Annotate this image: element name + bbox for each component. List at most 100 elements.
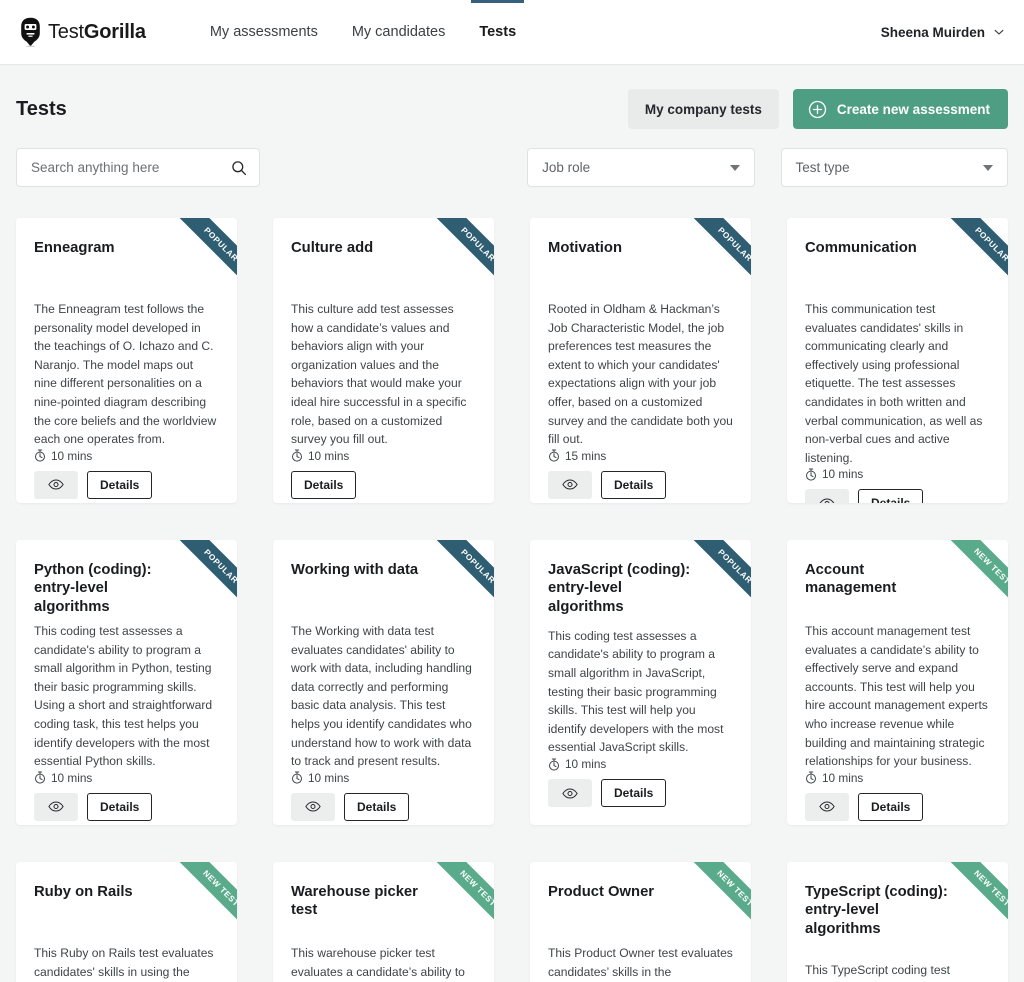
card-actions: Details xyxy=(291,792,476,821)
card-duration-label: 15 mins xyxy=(565,448,607,463)
test-card[interactable]: POPULAR Python (coding): entry-level alg… xyxy=(16,540,237,825)
card-actions: Details xyxy=(291,470,476,499)
test-card[interactable]: NEW TEST Account management This account… xyxy=(787,540,1008,825)
user-menu[interactable]: Sheena Muirden xyxy=(881,25,1004,40)
card-description: This coding test assesses a candidate's … xyxy=(548,628,724,755)
card-title: Culture add xyxy=(291,240,374,256)
card-title: JavaScript (coding): entry-level algorit… xyxy=(548,562,691,615)
details-button[interactable]: Details xyxy=(601,779,667,807)
test-card[interactable]: POPULAR Motivation Rooted in Oldham & Ha… xyxy=(530,218,751,503)
eye-icon xyxy=(562,479,578,490)
timer-icon xyxy=(549,449,559,462)
card-description: This coding test assesses a candidate's … xyxy=(34,624,213,769)
test-card[interactable]: NEW TEST Warehouse picker test This ware… xyxy=(273,862,494,982)
search-box[interactable] xyxy=(16,148,261,187)
card-title: Warehouse picker test xyxy=(291,884,418,919)
eye-icon xyxy=(48,801,64,812)
card-actions: Details xyxy=(805,489,990,503)
card-title: Ruby on Rails xyxy=(34,884,133,900)
user-name-label: Sheena Muirden xyxy=(880,24,985,40)
chevron-down-icon xyxy=(729,164,740,171)
preview-test-button[interactable] xyxy=(291,792,335,821)
card-title: Working with data xyxy=(291,562,419,578)
logo-word-test: Test xyxy=(48,20,84,43)
my-company-tests-button[interactable]: My company tests xyxy=(627,89,779,129)
eye-icon xyxy=(48,479,64,490)
test-card[interactable]: POPULAR Enneagram The Enneagram test fol… xyxy=(16,218,237,503)
preview-test-button[interactable] xyxy=(805,792,849,821)
preview-test-button[interactable] xyxy=(34,470,78,499)
create-new-assessment-button[interactable]: Create new assessment xyxy=(792,89,1008,129)
nav-item-my-assessments[interactable]: My assessments xyxy=(210,0,318,65)
job-role-select[interactable]: Job role xyxy=(527,148,755,187)
preview-test-button[interactable] xyxy=(805,489,849,503)
card-title: TypeScript (coding): entry-level algorit… xyxy=(805,884,948,937)
search-icon[interactable] xyxy=(231,160,247,176)
test-card[interactable]: POPULAR Communication This communication… xyxy=(787,218,1008,503)
plus-circle-icon xyxy=(808,100,827,118)
search-input[interactable] xyxy=(29,159,232,176)
card-description: This communication test evaluates candid… xyxy=(805,302,983,465)
timer-icon xyxy=(806,468,816,481)
page-title: Tests xyxy=(16,97,67,120)
card-description: This Product Owner test evaluates candid… xyxy=(548,946,733,979)
timer-icon xyxy=(292,449,302,462)
page-header-row: Tests My company tests Create new assess… xyxy=(0,89,1024,129)
card-duration: 10 mins xyxy=(34,771,219,785)
details-button[interactable]: Details xyxy=(87,470,153,499)
card-title: Communication xyxy=(805,240,917,256)
test-card[interactable]: POPULAR JavaScript (coding): entry-level… xyxy=(530,540,751,825)
card-title: Enneagram xyxy=(34,240,115,256)
main-nav: My assessments My candidates Tests xyxy=(210,0,524,65)
preview-test-button[interactable] xyxy=(548,470,592,499)
card-duration-label: 10 mins xyxy=(308,448,350,463)
details-button[interactable]: Details xyxy=(291,470,357,499)
test-type-select[interactable]: Test type xyxy=(780,148,1008,187)
test-type-select-value: Test type xyxy=(795,160,850,175)
card-duration: 15 mins xyxy=(548,449,733,463)
preview-test-button[interactable] xyxy=(548,779,592,807)
card-description: This warehouse picker test evaluates a c… xyxy=(291,946,465,979)
card-actions: Details xyxy=(34,792,219,821)
card-duration-label: 10 mins xyxy=(565,757,607,771)
card-title: Motivation xyxy=(548,240,622,256)
timer-icon xyxy=(35,771,45,784)
card-actions: Details xyxy=(34,470,219,499)
test-card[interactable]: POPULAR Working with data The Working wi… xyxy=(273,540,494,825)
card-description: This TypeScript coding test assesses can… xyxy=(805,963,950,978)
card-duration: 10 mins xyxy=(34,449,219,463)
card-description: Rooted in Oldham & Hackman’s Job Charact… xyxy=(548,302,733,447)
testgorilla-logo[interactable]: TestGorilla xyxy=(18,17,146,47)
page-header-actions: My company tests Create new assessment xyxy=(627,89,1008,129)
card-duration-label: 10 mins xyxy=(51,448,93,463)
card-description: The Working with data test evaluates can… xyxy=(291,624,472,769)
card-title: Account management xyxy=(805,562,897,597)
card-duration-label: 10 mins xyxy=(822,770,864,785)
filter-row: Job role Test type xyxy=(0,148,1024,187)
details-button[interactable]: Details xyxy=(344,792,410,821)
job-role-select-value: Job role xyxy=(542,160,591,175)
details-button[interactable]: Details xyxy=(87,792,153,821)
card-duration-label: 10 mins xyxy=(308,770,350,785)
chevron-down-icon xyxy=(983,164,993,171)
test-card[interactable]: NEW TEST TypeScript (coding): entry-leve… xyxy=(787,862,1008,982)
card-duration: 10 mins xyxy=(548,757,733,771)
nav-item-tests[interactable]: Tests xyxy=(471,0,524,65)
timer-icon xyxy=(292,771,302,784)
details-button[interactable]: Details xyxy=(858,792,924,821)
card-duration-label: 10 mins xyxy=(51,770,93,785)
test-card[interactable]: NEW TEST Ruby on Rails This Ruby on Rail… xyxy=(16,862,237,982)
card-description: This culture add test assesses how a can… xyxy=(291,302,467,447)
card-duration: 10 mins xyxy=(805,771,990,785)
preview-test-button[interactable] xyxy=(34,792,78,821)
card-duration-label: 10 mins xyxy=(822,467,864,482)
card-description: The Enneagram test follows the personali… xyxy=(34,302,217,447)
test-card[interactable]: POPULAR Culture add This culture add tes… xyxy=(273,218,494,503)
details-button[interactable]: Details xyxy=(858,489,924,503)
card-actions: Details xyxy=(805,792,990,821)
eye-icon xyxy=(305,801,321,812)
eye-icon xyxy=(819,498,835,503)
details-button[interactable]: Details xyxy=(601,470,667,499)
test-card[interactable]: NEW TEST Product Owner This Product Owne… xyxy=(530,862,751,982)
nav-item-my-candidates[interactable]: My candidates xyxy=(352,0,446,65)
